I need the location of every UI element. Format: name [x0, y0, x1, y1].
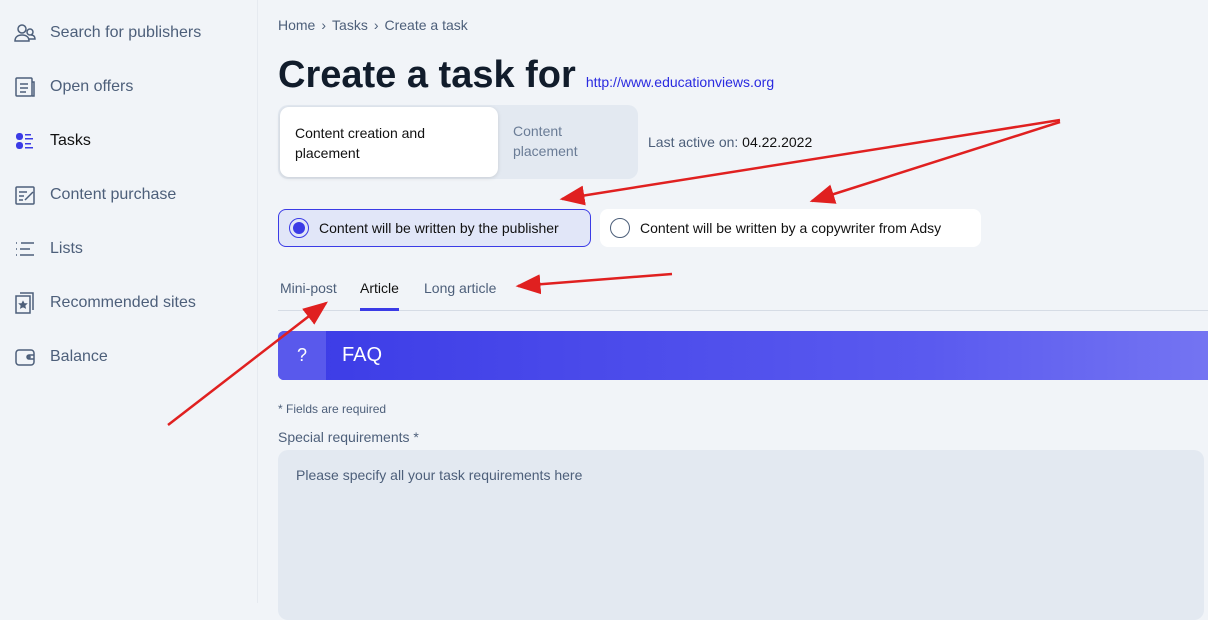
required-note: * Fields are required	[278, 402, 387, 416]
radio-written-by-copywriter[interactable]: Content will be written by a copywriter …	[600, 209, 981, 247]
faq-banner[interactable]: ? FAQ	[278, 331, 1208, 380]
breadcrumb-home[interactable]: Home	[278, 17, 315, 33]
sidebar-item-open-offers[interactable]: Open offers	[14, 76, 133, 98]
tab-mini-post[interactable]: Mini-post	[280, 280, 337, 308]
sidebar-item-recommended-sites[interactable]: Recommended sites	[14, 292, 196, 314]
sidebar-item-search-publishers[interactable]: Search for publishers	[14, 22, 201, 44]
segment-content-placement[interactable]: Content placement	[513, 121, 613, 161]
tab-article[interactable]: Article	[360, 280, 399, 311]
page-title: Create a task for http://www.educationvi…	[278, 54, 775, 96]
question-icon: ?	[278, 331, 326, 380]
radio-unchecked-icon	[610, 218, 630, 238]
radio-written-by-publisher[interactable]: Content will be written by the publisher	[278, 209, 591, 247]
content-type-tabs: Mini-post Article Long article	[278, 270, 1208, 311]
sidebar-item-balance[interactable]: Balance	[14, 346, 108, 368]
document-icon	[15, 77, 35, 97]
users-icon	[14, 24, 36, 42]
breadcrumb-tasks[interactable]: Tasks	[332, 17, 368, 33]
segment-content-creation[interactable]: Content creation and placement	[280, 107, 498, 177]
sidebar: Search for publishers Open offers Tasks …	[0, 0, 258, 603]
edit-icon	[15, 186, 35, 205]
breadcrumb: Home › Tasks › Create a task	[278, 17, 468, 33]
task-type-segment: Content creation and placement Content p…	[278, 105, 638, 179]
special-requirements-input[interactable]: Please specify all your task requirement…	[278, 450, 1204, 620]
sidebar-item-tasks[interactable]: Tasks	[14, 130, 91, 152]
wallet-icon	[15, 349, 35, 366]
sidebar-item-content-purchase[interactable]: Content purchase	[14, 184, 176, 206]
tasks-icon	[16, 133, 33, 149]
list-icon	[16, 242, 34, 256]
special-requirements-label: Special requirements *	[278, 429, 419, 445]
breadcrumb-current: Create a task	[384, 17, 468, 33]
tab-long-article[interactable]: Long article	[424, 280, 496, 308]
site-link[interactable]: http://www.educationviews.org	[586, 74, 774, 90]
last-active: Last active on: 04.22.2022	[648, 134, 813, 150]
sidebar-item-lists[interactable]: Lists	[14, 238, 83, 260]
chevron-right-icon: ›	[373, 17, 379, 33]
chevron-right-icon: ›	[321, 17, 327, 33]
radio-checked-icon	[289, 218, 309, 238]
star-bookmark-icon	[15, 292, 34, 314]
